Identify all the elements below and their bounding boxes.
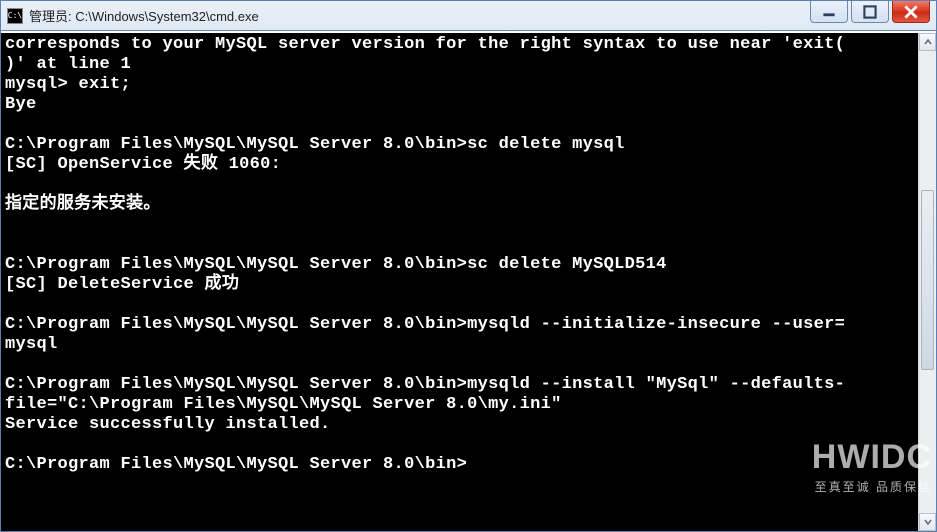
scroll-down-button[interactable] — [919, 513, 936, 531]
scroll-thumb[interactable] — [921, 190, 934, 370]
window-title: 管理员: C:\Windows\System32\cmd.exe — [29, 6, 259, 25]
minimize-icon — [822, 5, 836, 19]
maximize-icon — [863, 5, 877, 19]
vertical-scrollbar[interactable] — [918, 33, 936, 531]
window-controls — [810, 1, 936, 31]
close-button[interactable] — [892, 1, 930, 23]
scroll-up-button[interactable] — [919, 33, 936, 51]
client-area: corresponds to your MySQL server version… — [1, 31, 936, 531]
chevron-down-icon — [923, 517, 933, 527]
close-icon — [904, 5, 918, 19]
chevron-up-icon — [923, 37, 933, 47]
terminal-output[interactable]: corresponds to your MySQL server version… — [1, 33, 918, 531]
maximize-button[interactable] — [851, 1, 889, 23]
minimize-button[interactable] — [810, 1, 848, 23]
cmd-icon: C:\ — [7, 8, 23, 24]
cmd-window: C:\ 管理员: C:\Windows\System32\cmd.exe cor… — [0, 0, 937, 532]
titlebar[interactable]: C:\ 管理员: C:\Windows\System32\cmd.exe — [1, 1, 936, 31]
scroll-track[interactable] — [919, 51, 936, 513]
